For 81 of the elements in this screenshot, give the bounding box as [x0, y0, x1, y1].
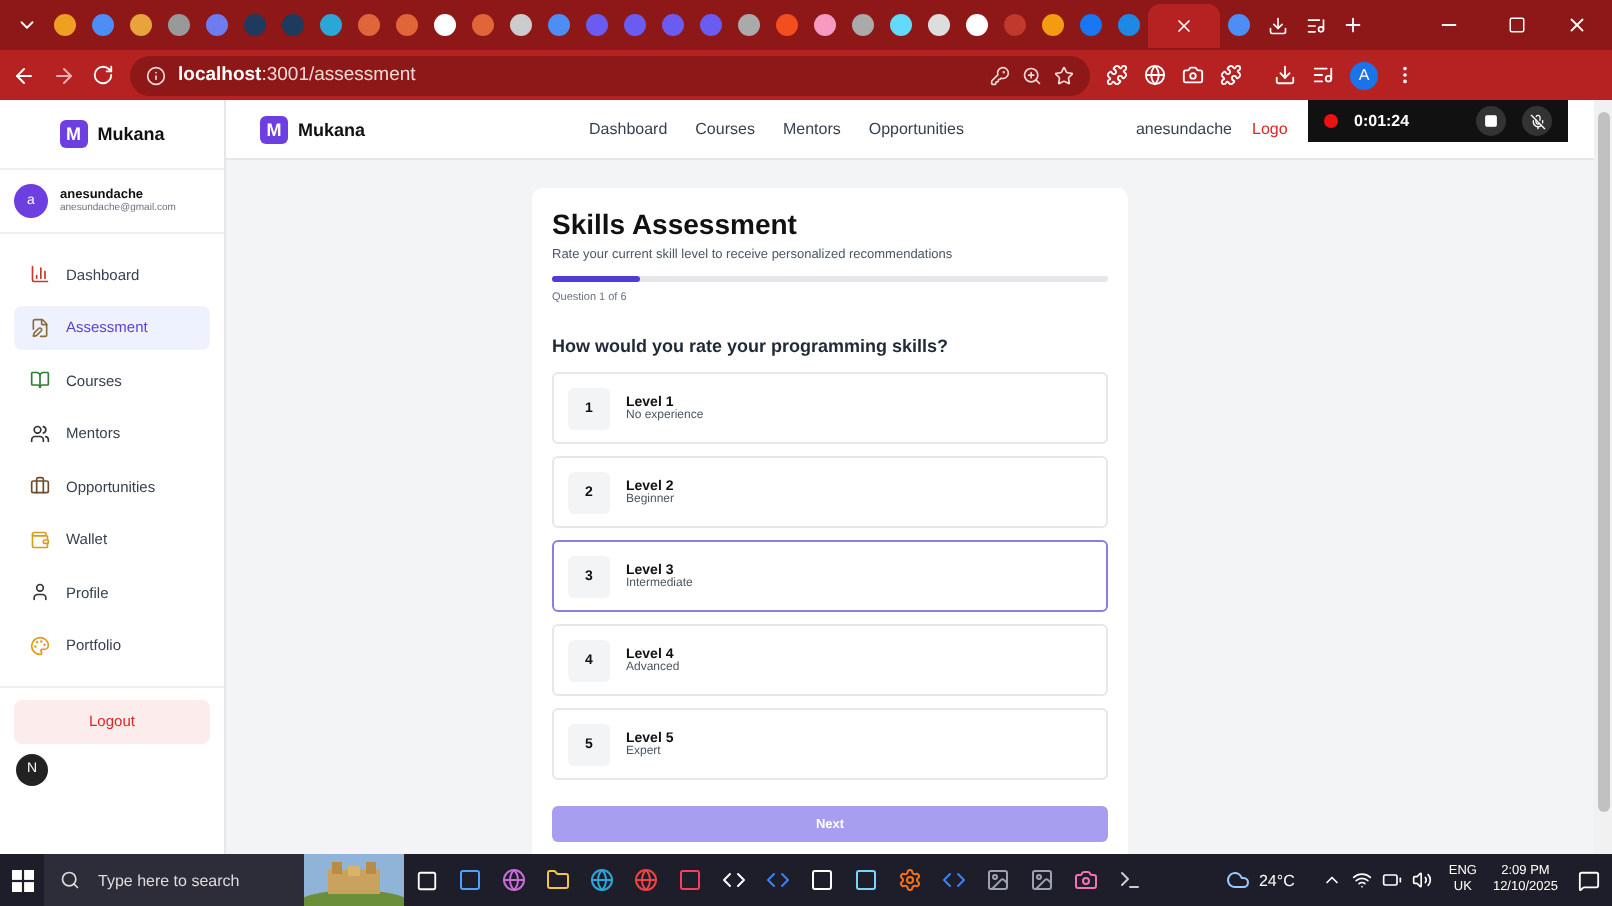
tab-favicon	[396, 14, 418, 36]
nav-link[interactable]: Courses	[695, 120, 755, 138]
tab-favicon	[662, 14, 684, 36]
tab-favicon	[586, 14, 608, 36]
camera-icon[interactable]	[1182, 64, 1204, 86]
nav-link[interactable]: Opportunities	[868, 120, 964, 138]
tab-favicon	[624, 14, 646, 36]
key-icon[interactable]	[990, 65, 1010, 85]
scrollbar[interactable]	[1594, 100, 1612, 854]
tab-favicon	[282, 14, 304, 36]
recording-time: 0:01:24	[1354, 112, 1410, 130]
brand-name: Mukana	[97, 124, 165, 144]
sidebar-icon	[30, 635, 50, 655]
logo-icon: M	[260, 115, 288, 143]
sidebar-icon	[30, 582, 50, 602]
mic-off-icon	[1529, 113, 1545, 129]
wifi-icon[interactable]	[1352, 870, 1373, 890]
tab-favicon	[92, 14, 114, 36]
search-field[interactable]: Type here to search	[94, 869, 274, 891]
back-icon[interactable]	[12, 63, 36, 87]
stop-button[interactable]	[1476, 106, 1506, 136]
sidebar-icon	[30, 317, 50, 337]
cut-off-link[interactable]: Logo	[1252, 120, 1288, 138]
tab-favicon	[928, 14, 950, 36]
battery-icon[interactable]	[1382, 870, 1403, 890]
tab-favicon	[890, 14, 912, 36]
info-icon	[146, 65, 166, 85]
bookmark-icon[interactable]	[1054, 65, 1074, 85]
reload-icon[interactable]	[92, 64, 114, 86]
tab-favicon	[738, 14, 760, 36]
tab-favicon	[700, 14, 722, 36]
tab-favicon	[244, 14, 266, 36]
brand-name: Mukana	[298, 119, 366, 139]
tab-favicon	[852, 14, 874, 36]
download-icon[interactable]	[1274, 64, 1296, 86]
forward-icon[interactable]	[52, 63, 76, 87]
tab-favicon	[168, 14, 190, 36]
user-name: anesundache	[1135, 120, 1232, 138]
tab-favicon	[1042, 14, 1064, 36]
tab-favicon	[1118, 14, 1140, 36]
logo-icon: M	[59, 120, 88, 148]
tab-favicon	[206, 14, 228, 36]
tab-favicon	[358, 14, 380, 36]
search-icon	[60, 870, 80, 890]
tab-favicon	[966, 14, 988, 36]
sidebar-icon	[30, 370, 50, 390]
tab-favicon	[434, 14, 456, 36]
close-icon[interactable]	[1566, 14, 1588, 36]
close-icon[interactable]	[1174, 15, 1194, 35]
stop-icon	[1484, 114, 1498, 128]
tab-favicon	[472, 14, 494, 36]
url-text: localhost:3001/assessment	[178, 64, 416, 86]
nav-link[interactable]: Mentors	[782, 120, 841, 138]
tab-favicon	[510, 14, 532, 36]
question-text: How would you rate your programming skills?	[552, 336, 951, 356]
page-title: Skills Assessment	[552, 208, 799, 240]
tab-favicon	[776, 14, 798, 36]
weather-temperature: 24°C	[1258, 871, 1295, 889]
address-bar[interactable]: localhost:3001/assessment	[130, 55, 1090, 95]
tab-favicon	[814, 14, 836, 36]
tab-favicon	[320, 14, 342, 36]
tab-favicon	[548, 14, 570, 36]
tab-favicon	[130, 14, 152, 36]
nav-link[interactable]: Dashboard	[589, 120, 668, 138]
zoom-icon[interactable]	[1022, 65, 1042, 85]
notifications-icon[interactable]	[1578, 869, 1600, 891]
sidebar-icon	[30, 423, 50, 443]
sidebar-icon	[30, 264, 50, 284]
extensions-icon[interactable]	[1220, 64, 1242, 86]
weather-icon	[1226, 868, 1251, 892]
mic-off-button[interactable]	[1522, 106, 1552, 136]
sidebar-icon	[30, 529, 50, 549]
record-icon	[1324, 114, 1338, 128]
tab-favicon	[1080, 14, 1102, 36]
maximize-icon[interactable]	[1508, 16, 1526, 34]
tab-favicon	[54, 14, 76, 36]
sidebar-icon	[30, 476, 50, 496]
volume-icon[interactable]	[1412, 870, 1433, 890]
tab-favicon	[1004, 14, 1026, 36]
profile-avatar[interactable]: A	[1350, 61, 1378, 89]
tab-favicon	[1228, 14, 1250, 36]
